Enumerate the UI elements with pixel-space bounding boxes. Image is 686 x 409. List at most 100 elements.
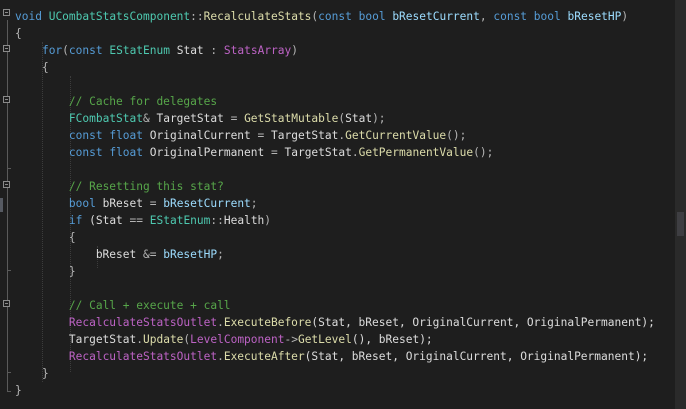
collapse-for-loop-icon[interactable]	[3, 45, 10, 52]
code-token: ();	[473, 146, 494, 159]
code-token: }	[15, 384, 22, 397]
code-line[interactable]: // Call + execute + call	[15, 297, 675, 314]
code-token: StatsArray	[223, 44, 292, 57]
code-token: {	[15, 61, 49, 74]
code-token: if	[68, 214, 83, 227]
code-line[interactable]: }	[15, 263, 675, 280]
code-editor[interactable]: void UCombatStatsComponent::RecalculateS…	[0, 0, 686, 409]
code-token: ;	[250, 197, 258, 210]
code-token: ();	[446, 129, 467, 142]
code-line[interactable]: bool bReset = bResetCurrent;	[15, 195, 675, 212]
code-token: GetPermanentValue	[358, 146, 474, 159]
code-token: bResetHP	[567, 10, 622, 23]
code-token: bResetHP	[163, 248, 218, 261]
code-line[interactable]: }	[15, 382, 675, 399]
code-token: TargetStat	[15, 333, 137, 346]
code-token: {	[15, 231, 76, 244]
code-token: .	[351, 146, 359, 159]
code-token: ExecuteAfter	[223, 350, 305, 363]
code-line[interactable]	[15, 161, 675, 178]
code-line[interactable]: {	[15, 59, 675, 76]
code-token: // Call + execute + call	[68, 299, 231, 312]
code-token: EStatEnum	[109, 44, 170, 57]
code-token: EStatEnum	[149, 214, 211, 227]
code-token: float	[109, 146, 144, 159]
fold-gutter	[0, 0, 14, 409]
code-line[interactable]: // Cache for delegates	[15, 93, 675, 110]
code-token: ;	[217, 248, 224, 261]
code-line[interactable]: void UCombatStatsComponent::RecalculateS…	[15, 8, 675, 25]
code-line[interactable]: // Resetting this stat?	[15, 178, 675, 195]
code-line[interactable]: const float OriginalPermanent = TargetSt…	[15, 144, 675, 161]
code-token: GetCurrentValue	[345, 129, 447, 142]
code-token: const	[68, 146, 103, 159]
code-token: .	[217, 316, 224, 329]
code-token: LevelComponent	[190, 333, 285, 346]
code-token: &	[142, 112, 150, 125]
code-token: )	[264, 214, 272, 227]
code-line[interactable]: for(const EStatEnum Stat : StatsArray)	[15, 42, 675, 59]
code-token: )	[621, 10, 629, 23]
code-line[interactable]: bReset &= bResetHP;	[15, 246, 675, 263]
code-token: OriginalPermanent	[143, 146, 271, 159]
code-token: float	[109, 129, 144, 142]
fold-guide-line	[7, 20, 8, 392]
vertical-scrollbar[interactable]	[675, 0, 686, 409]
code-token: bool	[68, 197, 96, 210]
code-token: );	[372, 112, 386, 125]
code-line[interactable]: FCombatStat& TargetStat = GetStatMutable…	[15, 110, 675, 127]
code-token: }	[15, 367, 49, 380]
code-token: &=	[142, 248, 157, 261]
fold-end-marker	[7, 372, 11, 373]
code-token: ->	[284, 333, 298, 346]
code-token: // Resetting this stat?	[68, 180, 224, 193]
code-token: ==	[129, 214, 144, 227]
code-token: UCombatStatsComponent	[48, 10, 191, 23]
code-token: .	[136, 333, 143, 346]
collapse-function-icon[interactable]	[3, 9, 10, 16]
code-line[interactable]: RecalculateStatsOutlet.ExecuteBefore(Sta…	[15, 314, 675, 331]
code-token: {	[15, 27, 22, 40]
collapse-comment-block-icon[interactable]	[3, 96, 10, 103]
code-token: .	[217, 350, 224, 363]
code-text-area[interactable]: void UCombatStatsComponent::RecalculateS…	[15, 8, 675, 399]
code-token: const	[68, 129, 103, 142]
code-token: Update	[143, 333, 184, 346]
code-token: Stat	[345, 112, 373, 125]
code-line[interactable]	[15, 76, 675, 93]
code-line[interactable]	[15, 280, 675, 297]
code-line[interactable]: if (Stat == EStatEnum::Health)	[15, 212, 675, 229]
code-token: (Stat, bReset, OriginalCurrent, Original…	[304, 350, 649, 363]
code-line[interactable]: const float OriginalCurrent = TargetStat…	[15, 127, 675, 144]
code-token: bResetCurrent	[163, 197, 251, 210]
code-token: const	[68, 44, 103, 57]
code-token: // Cache for delegates	[68, 95, 218, 108]
code-token: (Stat	[82, 214, 130, 227]
code-token: FCombatStat	[68, 112, 143, 125]
code-line[interactable]: RecalculateStatsOutlet.ExecuteAfter(Stat…	[15, 348, 675, 365]
scrollbar-thumb[interactable]	[677, 212, 684, 236]
collapse-comment-block-icon[interactable]	[3, 300, 10, 307]
code-token: OriginalCurrent	[143, 129, 258, 142]
change-marker	[0, 198, 3, 212]
code-line[interactable]: }	[15, 365, 675, 382]
code-line[interactable]: {	[15, 25, 675, 42]
code-token: ,	[479, 10, 494, 23]
collapse-comment-block-icon[interactable]	[3, 181, 10, 188]
code-token: bool	[533, 10, 561, 23]
code-line[interactable]: TargetStat.Update(LevelComponent->GetLev…	[15, 331, 675, 348]
code-line[interactable]: {	[15, 229, 675, 246]
code-token: const	[493, 10, 528, 23]
